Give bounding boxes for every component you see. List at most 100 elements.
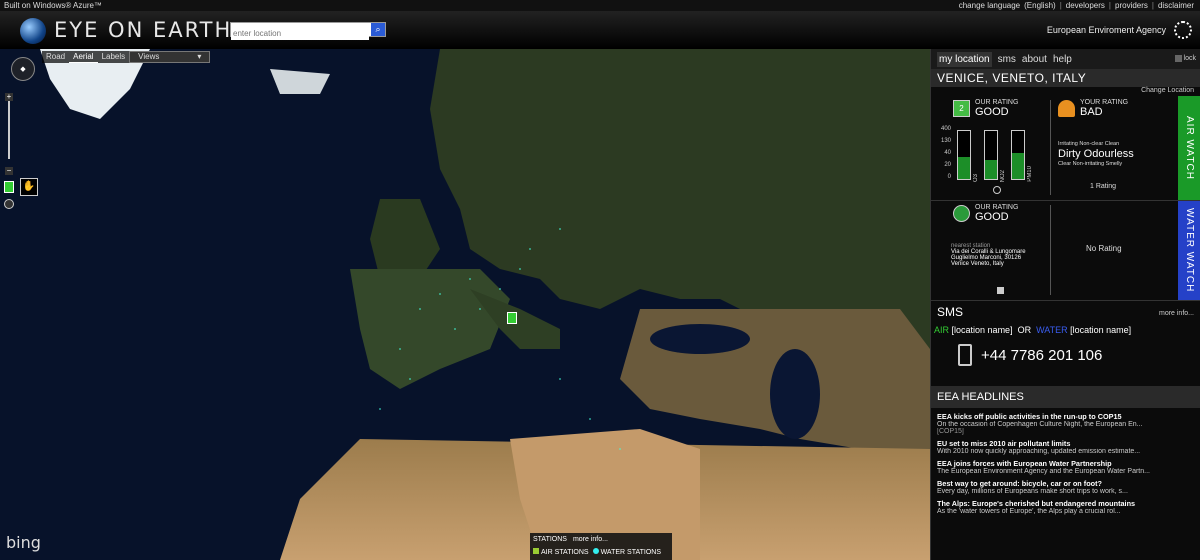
tab-help[interactable]: help bbox=[1053, 54, 1072, 65]
separator: | bbox=[1151, 1, 1154, 10]
change-location-link[interactable]: Change Location bbox=[931, 87, 1200, 96]
chart-axis: 400 130 40 20 0 bbox=[937, 126, 951, 188]
headline-title[interactable]: The Alps: Europe's cherished but endange… bbox=[937, 499, 1194, 508]
no2-label: NO2 bbox=[1000, 169, 1006, 182]
road-view-button[interactable]: Road bbox=[42, 51, 69, 63]
map-compass-icon[interactable]: ◆ bbox=[11, 57, 35, 81]
location-pin-icon[interactable] bbox=[507, 312, 517, 324]
sms-title: SMS bbox=[937, 305, 964, 319]
developers-link[interactable]: developers bbox=[1066, 0, 1105, 11]
bing-logo: bing bbox=[6, 533, 41, 552]
lock-toggle[interactable]: lock bbox=[1174, 55, 1196, 62]
headlines-list: EEA kicks off public activities in the r… bbox=[931, 408, 1200, 515]
headline-item[interactable]: EEA joins forces with European Water Par… bbox=[937, 459, 1194, 475]
user-rating-icon[interactable]: ✋ bbox=[20, 178, 38, 196]
headline-item[interactable]: EEA kicks off public activities in the r… bbox=[937, 412, 1194, 435]
stations-legend: STATIONS more info... AIR STATIONS WATER… bbox=[530, 533, 672, 560]
sms-more-link[interactable]: more info... bbox=[1159, 310, 1194, 317]
opinion-scale-top: Irritating Non-clear Clean bbox=[1058, 141, 1120, 147]
water-our-rating: OUR RATING GOOD bbox=[975, 204, 1018, 223]
axis-tick: 0 bbox=[947, 174, 951, 180]
map-view[interactable]: ◆ Road Aerial Labels Views ▾ + − ✋ bing S… bbox=[0, 49, 930, 560]
axis-tick: 400 bbox=[940, 126, 951, 132]
calendar-icon[interactable] bbox=[997, 287, 1004, 294]
lock-checkbox[interactable] bbox=[1174, 55, 1182, 62]
water-watch-tab[interactable]: WATER WATCH bbox=[1178, 201, 1200, 300]
headline-title[interactable]: Best way to get around: bicycle, car or … bbox=[937, 479, 1194, 488]
tab-about[interactable]: about bbox=[1022, 54, 1047, 65]
globe-logo-icon[interactable] bbox=[20, 18, 46, 44]
air-stations-toggle[interactable]: AIR STATIONS bbox=[533, 548, 589, 556]
sms-instructions: AIR [location name] OR WATER [location n… bbox=[934, 325, 1131, 335]
eea-logo-icon[interactable] bbox=[1174, 21, 1192, 39]
tab-sms[interactable]: sms bbox=[998, 54, 1016, 65]
search-icon[interactable]: ⌕ bbox=[371, 23, 385, 36]
o3-label: O3 bbox=[973, 173, 979, 182]
labels-toggle[interactable]: Labels bbox=[98, 51, 130, 63]
water-dot-icon bbox=[592, 548, 599, 554]
top-links: change language (English) | developers |… bbox=[959, 0, 1194, 11]
zoom-out-icon[interactable]: − bbox=[5, 167, 13, 175]
no-rating: No Rating bbox=[1086, 244, 1122, 253]
globe-icon[interactable] bbox=[993, 186, 1001, 194]
change-language-link[interactable]: change language bbox=[959, 0, 1020, 11]
air-opinion: Irritating Non-clear Clean Dirty Odourle… bbox=[1058, 141, 1178, 167]
divider bbox=[1050, 205, 1051, 295]
zoom-in-icon[interactable]: + bbox=[5, 93, 13, 101]
disclaimer-link[interactable]: disclaimer bbox=[1158, 0, 1194, 11]
top-bar: Built on Windows® Azure™ change language… bbox=[0, 0, 1200, 11]
air-square-icon bbox=[533, 548, 539, 554]
tab-my-location[interactable]: my location bbox=[937, 51, 992, 67]
opinion-value: Dirty Odourless bbox=[1058, 148, 1134, 160]
stations-title: STATIONS bbox=[533, 536, 567, 543]
air-pollutant-chart: 400 130 40 20 0 O3 NO2 PM10 bbox=[937, 126, 1047, 194]
bar-fill bbox=[985, 159, 997, 179]
headline-title[interactable]: EEA kicks off public activities in the r… bbox=[937, 412, 1194, 421]
our-rating-label: OUR RATING bbox=[975, 204, 1019, 211]
panel-tabs: my location sms about help lock bbox=[931, 49, 1200, 69]
no2-bar[interactable] bbox=[984, 130, 998, 180]
our-rating-label: OUR RATING bbox=[975, 99, 1019, 106]
views-dropdown[interactable]: Views ▾ bbox=[129, 51, 211, 63]
axis-tick: 40 bbox=[944, 150, 951, 156]
air-station-icon[interactable] bbox=[4, 181, 14, 193]
water-watch-section: OUR RATING GOOD nearest station Via dei … bbox=[931, 201, 1200, 301]
chevron-down-icon: ▾ bbox=[197, 52, 202, 61]
headline-item[interactable]: The Alps: Europe's cherished but endange… bbox=[937, 499, 1194, 515]
headline-item[interactable]: EU set to miss 2010 air pollutant limits… bbox=[937, 439, 1194, 455]
headline-desc: With 2010 now quickly approaching, updat… bbox=[937, 448, 1141, 455]
views-label: Views bbox=[138, 52, 160, 61]
aerial-view-button[interactable]: Aerial bbox=[69, 51, 98, 63]
headline-title[interactable]: EU set to miss 2010 air pollutant limits bbox=[937, 439, 1194, 448]
our-rating-value: GOOD bbox=[975, 211, 1009, 223]
zoom-control[interactable]: + − bbox=[5, 93, 13, 175]
pm10-label: PM10 bbox=[1027, 166, 1033, 182]
stations-more-link[interactable]: more info... bbox=[573, 536, 608, 543]
water-stations-toggle[interactable]: WATER STATIONS bbox=[592, 548, 661, 556]
search-input[interactable] bbox=[231, 27, 369, 40]
app-logo-text[interactable]: EYE ON EARTH bbox=[54, 18, 232, 42]
sms-water-keyword: WATER bbox=[1036, 325, 1068, 335]
language-link[interactable]: (English) bbox=[1024, 0, 1056, 11]
eea-headlines-title: EEA HEADLINES bbox=[931, 386, 1200, 408]
globe-icon[interactable] bbox=[4, 199, 14, 209]
headline-title[interactable]: EEA joins forces with European Water Par… bbox=[937, 459, 1194, 468]
providers-link[interactable]: providers bbox=[1115, 0, 1148, 11]
sms-air-keyword: AIR bbox=[934, 325, 950, 335]
person-icon bbox=[1058, 100, 1075, 117]
pm10-bar[interactable] bbox=[1011, 130, 1025, 180]
your-rating-value: BAD bbox=[1080, 106, 1103, 118]
headline-item[interactable]: Best way to get around: bicycle, car or … bbox=[937, 479, 1194, 495]
zoom-slider[interactable] bbox=[8, 101, 10, 159]
headline-tag[interactable]: [COP15] bbox=[937, 428, 1194, 435]
bar-fill bbox=[1012, 152, 1024, 179]
agency-name[interactable]: European Enviroment Agency bbox=[1047, 25, 1166, 35]
water-rating-icon bbox=[953, 205, 970, 222]
o3-bar[interactable] bbox=[957, 130, 971, 180]
air-watch-tab[interactable]: AIR WATCH bbox=[1178, 96, 1200, 200]
lock-label: lock bbox=[1183, 55, 1196, 62]
axis-tick: 130 bbox=[940, 138, 951, 144]
our-rating-value: GOOD bbox=[975, 106, 1009, 118]
built-on-text: Built on Windows® Azure™ bbox=[4, 1, 102, 10]
location-title: VENICE, VENETO, ITALY bbox=[931, 69, 1200, 87]
